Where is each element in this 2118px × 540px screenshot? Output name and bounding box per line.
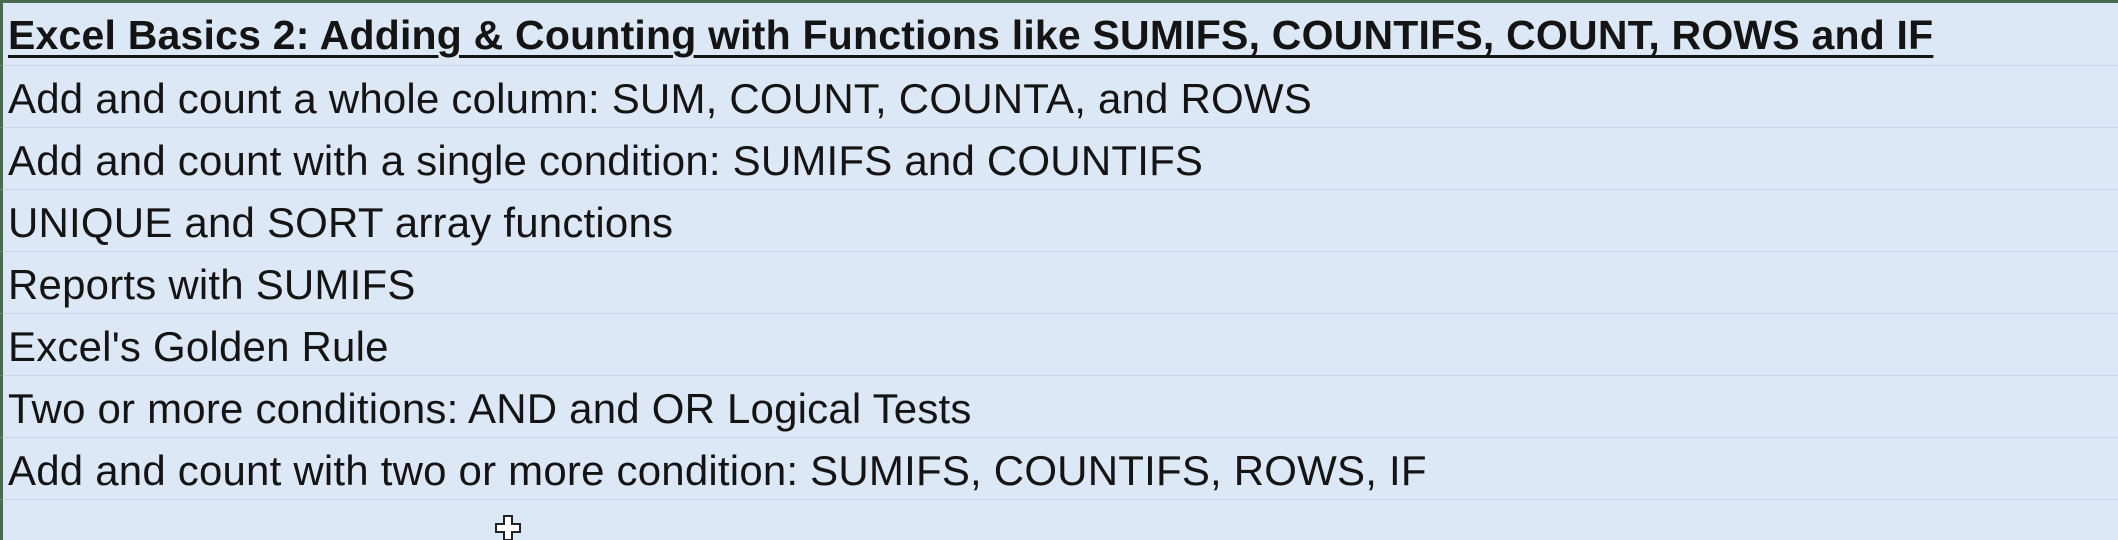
- spreadsheet-area[interactable]: Excel Basics 2: Adding & Counting with F…: [0, 0, 2118, 540]
- topic-cell-3[interactable]: UNIQUE and SORT array functions: [8, 192, 2108, 254]
- sheet-top-border: [0, 0, 2118, 3]
- sheet-title-cell[interactable]: Excel Basics 2: Adding & Counting with F…: [8, 4, 2108, 66]
- topic-cell-2[interactable]: Add and count with a single condition: S…: [8, 130, 2108, 192]
- topic-cell-7[interactable]: Add and count with two or more condition…: [8, 440, 2108, 502]
- topic-cell-6[interactable]: Two or more conditions: AND and OR Logic…: [8, 378, 2108, 440]
- cell-select-cross-cursor-icon: [495, 515, 521, 540]
- topic-cell-1[interactable]: Add and count a whole column: SUM, COUNT…: [8, 68, 2108, 130]
- sheet-left-border: [0, 0, 3, 540]
- topic-cell-5[interactable]: Excel's Golden Rule: [8, 316, 2108, 378]
- topic-cell-4[interactable]: Reports with SUMIFS: [8, 254, 2108, 316]
